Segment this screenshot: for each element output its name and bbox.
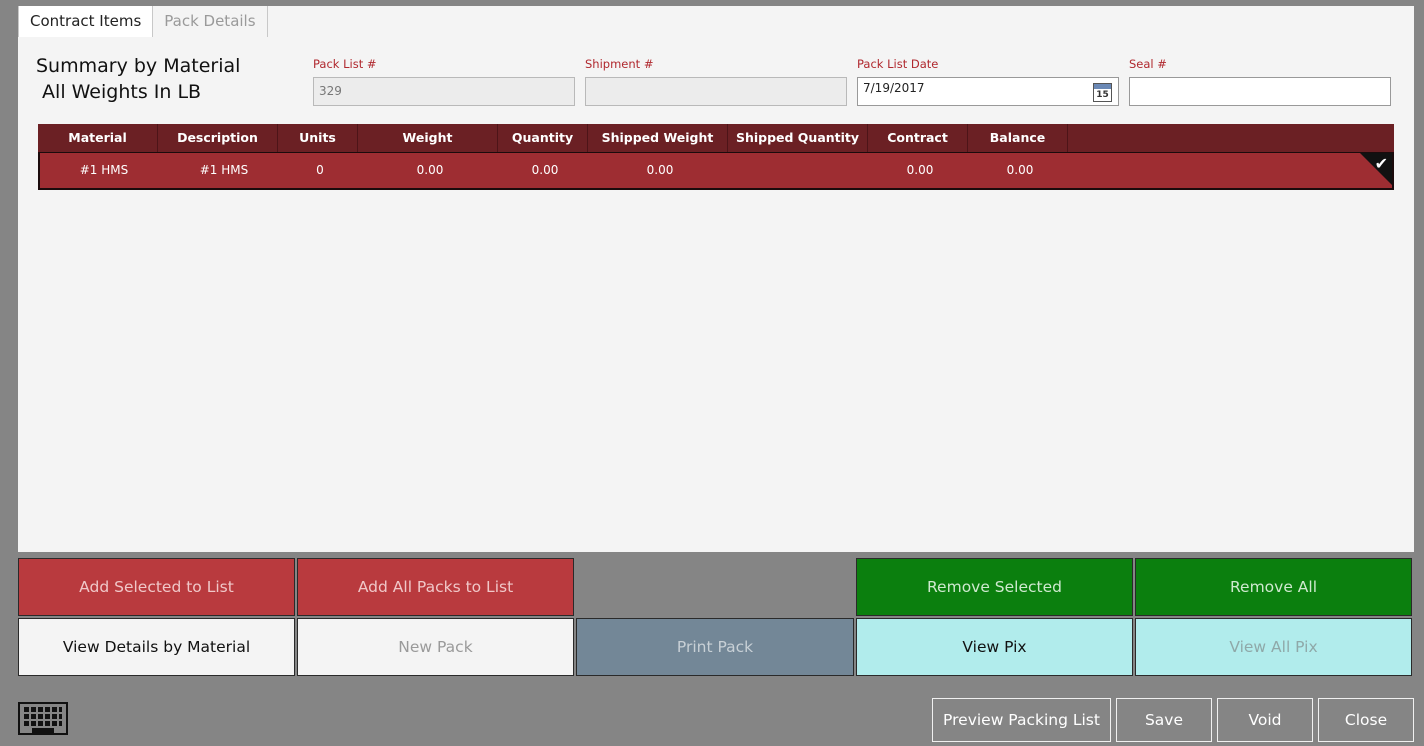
shipment-field: Shipment # — [585, 57, 847, 106]
seal-input[interactable] — [1129, 77, 1391, 106]
tab-bar: Contract Items Pack Details — [18, 6, 268, 37]
cell-description: #1 HMS — [199, 163, 249, 177]
save-button[interactable]: Save — [1116, 698, 1212, 742]
pack-list-date-value: 7/19/2017 — [863, 81, 925, 95]
col-units[interactable]: Units — [278, 124, 358, 152]
summary-title: Summary by Material All Weights In LB — [36, 53, 240, 105]
add-all-packs-button[interactable]: Add All Packs to List — [297, 558, 574, 616]
pack-list-label: Pack List # — [313, 57, 377, 71]
main-panel: Contract Items Pack Details Summary by M… — [18, 6, 1414, 552]
col-contract[interactable]: Contract — [868, 124, 968, 152]
col-weight[interactable]: Weight — [358, 124, 498, 152]
col-description[interactable]: Description — [158, 124, 278, 152]
cell-units: 0 — [316, 163, 324, 177]
view-pix-button[interactable]: View Pix — [856, 618, 1133, 676]
cell-quantity: 0.00 — [531, 163, 559, 177]
view-details-button[interactable]: View Details by Material — [18, 618, 295, 676]
print-pack-button[interactable]: Print Pack — [576, 618, 854, 676]
checkmark-icon: ✔ — [1374, 154, 1388, 173]
pack-list-input[interactable]: 329 — [313, 77, 575, 106]
pack-list-date-label: Pack List Date — [857, 57, 939, 71]
col-shipped-quantity[interactable]: Shipped Quantity — [728, 124, 868, 152]
view-all-pix-button[interactable]: View All Pix — [1135, 618, 1412, 676]
seal-field: Seal # — [1129, 57, 1391, 106]
calendar-icon[interactable]: 15 — [1093, 83, 1112, 102]
remove-selected-button[interactable]: Remove Selected — [856, 558, 1133, 616]
add-selected-button[interactable]: Add Selected to List — [18, 558, 295, 616]
cell-shipped-weight: 0.00 — [646, 163, 674, 177]
keyboard-icon[interactable] — [18, 702, 68, 735]
preview-packing-list-button[interactable]: Preview Packing List — [932, 698, 1111, 742]
shipment-input[interactable] — [585, 77, 847, 106]
col-quantity[interactable]: Quantity — [498, 124, 588, 152]
col-balance[interactable]: Balance — [968, 124, 1068, 152]
cell-weight: 0.00 — [416, 163, 444, 177]
col-material[interactable]: Material — [38, 124, 158, 152]
shipment-label: Shipment # — [585, 57, 654, 71]
tab-contract-items[interactable]: Contract Items — [18, 6, 154, 37]
remove-all-button[interactable]: Remove All — [1135, 558, 1412, 616]
void-button[interactable]: Void — [1217, 698, 1313, 742]
seal-label: Seal # — [1129, 57, 1167, 71]
materials-grid: Material Description Units Weight Quanti… — [38, 124, 1394, 190]
new-pack-button[interactable]: New Pack — [297, 618, 574, 676]
grid-header: Material Description Units Weight Quanti… — [38, 124, 1394, 152]
table-row[interactable]: #1 HMS #1 HMS 0 0.00 0.00 0.00 0.00 0.00… — [38, 152, 1394, 190]
summary-line-1: Summary by Material — [36, 55, 241, 77]
cell-contract: 0.00 — [906, 163, 934, 177]
pack-list-field: Pack List # 329 — [313, 57, 575, 106]
cell-balance: 0.00 — [1006, 163, 1034, 177]
col-shipped-weight[interactable]: Shipped Weight — [588, 124, 728, 152]
summary-line-2: All Weights In LB — [36, 81, 202, 103]
cell-material: #1 HMS — [79, 163, 129, 177]
cell-shipped-quantity — [730, 153, 870, 188]
close-button[interactable]: Close — [1318, 698, 1414, 742]
pack-list-date-input[interactable]: 7/19/2017 15 — [857, 77, 1119, 106]
tab-pack-details[interactable]: Pack Details — [153, 6, 268, 37]
pack-list-date-field: Pack List Date 7/19/2017 15 — [857, 57, 1119, 106]
